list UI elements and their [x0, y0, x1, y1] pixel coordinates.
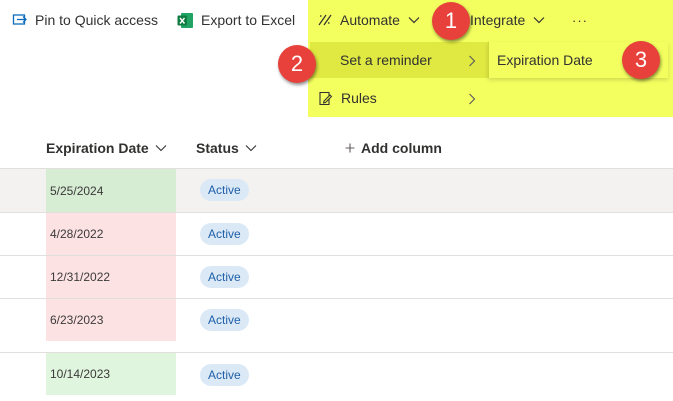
excel-icon — [177, 12, 194, 29]
chevron-down-icon — [245, 144, 257, 152]
status-badge: Active — [200, 223, 249, 245]
chevron-right-icon — [468, 54, 476, 70]
status-badge: Active — [200, 266, 249, 288]
set-a-reminder-menu-item[interactable]: Set a reminder — [310, 42, 488, 78]
expiration-date-option-label: Expiration Date — [497, 52, 593, 68]
add-column-button[interactable]: Add column — [345, 136, 442, 160]
pin-label: Pin to Quick access — [35, 12, 158, 28]
chevron-down-icon — [155, 144, 167, 152]
automate-icon — [317, 12, 333, 28]
more-options-button[interactable]: ··· — [572, 0, 588, 40]
plus-icon — [345, 143, 355, 153]
status-header-label: Status — [196, 140, 239, 156]
expiration-date-cell: 5/25/2024 — [46, 169, 176, 212]
automate-label: Automate — [340, 12, 400, 28]
chevron-down-icon — [533, 16, 545, 24]
status-badge: Active — [200, 309, 249, 331]
integrate-label: Integrate — [470, 12, 526, 28]
callout-3: 3 — [622, 41, 660, 79]
expiration-date-cell: 10/14/2023 — [46, 353, 176, 395]
callout-1: 1 — [432, 2, 470, 40]
callout-2: 2 — [278, 45, 316, 83]
set-a-reminder-label: Set a reminder — [340, 52, 432, 68]
column-header-status[interactable]: Status — [196, 136, 257, 160]
expiration-date-cell: 12/31/2022 — [46, 256, 176, 298]
more-icon: ··· — [572, 12, 588, 28]
rules-label: Rules — [341, 90, 377, 106]
chevron-right-icon — [468, 92, 476, 108]
integrate-button[interactable]: Integrate — [470, 0, 545, 40]
expiration-date-cell: 4/28/2022 — [46, 213, 176, 255]
status-badge: Active — [200, 179, 249, 201]
export-label: Export to Excel — [201, 12, 296, 28]
pin-to-quick-access-button[interactable]: Pin to Quick access — [12, 0, 158, 40]
expiration-date-header-label: Expiration Date — [46, 140, 149, 156]
rules-menu-item[interactable]: Rules — [310, 80, 488, 116]
export-to-excel-button[interactable]: Export to Excel — [177, 0, 295, 40]
pin-icon — [12, 12, 28, 28]
expiration-date-cell: 6/23/2023 — [46, 299, 176, 341]
status-badge: Active — [200, 364, 249, 386]
add-column-label: Add column — [361, 140, 442, 156]
column-header-expiration-date[interactable]: Expiration Date — [46, 136, 167, 160]
chevron-down-icon — [408, 16, 420, 24]
rules-icon — [318, 91, 333, 106]
automate-button[interactable]: Automate — [317, 0, 420, 40]
